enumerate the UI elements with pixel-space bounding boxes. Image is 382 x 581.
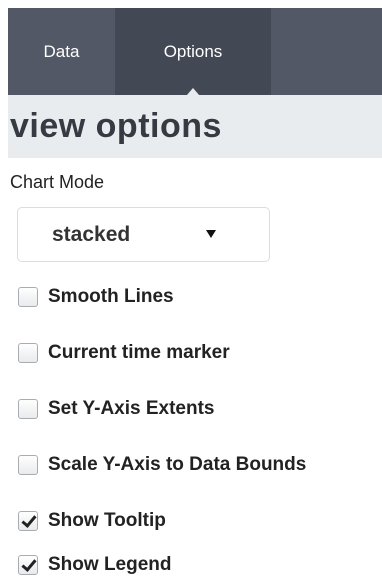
- set-y-axis-extents-label: Set Y-Axis Extents: [48, 398, 215, 419]
- chart-mode-selected-value: stacked: [52, 223, 131, 246]
- tab-data-label: Data: [43, 41, 80, 61]
- smooth-lines-label: Smooth Lines: [48, 286, 174, 307]
- dropdown-arrow-icon: [206, 230, 216, 238]
- tab-bar: Data Options: [8, 8, 382, 103]
- scale-y-axis-checkbox[interactable]: [18, 455, 38, 475]
- option-current-time-marker[interactable]: Current time marker: [18, 338, 230, 368]
- set-y-axis-extents-checkbox[interactable]: [18, 399, 38, 419]
- chart-mode-select[interactable]: stacked: [17, 207, 270, 262]
- show-legend-label: Show Legend: [48, 554, 172, 575]
- option-set-y-axis-extents[interactable]: Set Y-Axis Extents: [18, 394, 215, 424]
- tab-data[interactable]: Data: [8, 8, 115, 95]
- scale-y-axis-label: Scale Y-Axis to Data Bounds: [48, 454, 307, 475]
- option-show-tooltip[interactable]: Show Tooltip: [18, 506, 166, 536]
- section-header: view options: [8, 95, 382, 158]
- option-smooth-lines[interactable]: Smooth Lines: [18, 282, 174, 312]
- smooth-lines-checkbox[interactable]: [18, 287, 38, 307]
- section-title: view options: [10, 107, 222, 145]
- current-time-marker-checkbox[interactable]: [18, 343, 38, 363]
- tab-options[interactable]: Options: [115, 8, 271, 95]
- option-show-legend[interactable]: Show Legend: [18, 550, 172, 580]
- show-tooltip-label: Show Tooltip: [48, 510, 166, 531]
- show-legend-checkbox[interactable]: [18, 555, 38, 575]
- current-time-marker-label: Current time marker: [48, 342, 230, 363]
- tab-options-label: Options: [163, 41, 223, 61]
- option-scale-y-axis[interactable]: Scale Y-Axis to Data Bounds: [18, 450, 306, 480]
- chart-mode-label: Chart Mode: [10, 172, 105, 192]
- show-tooltip-checkbox[interactable]: [18, 511, 38, 531]
